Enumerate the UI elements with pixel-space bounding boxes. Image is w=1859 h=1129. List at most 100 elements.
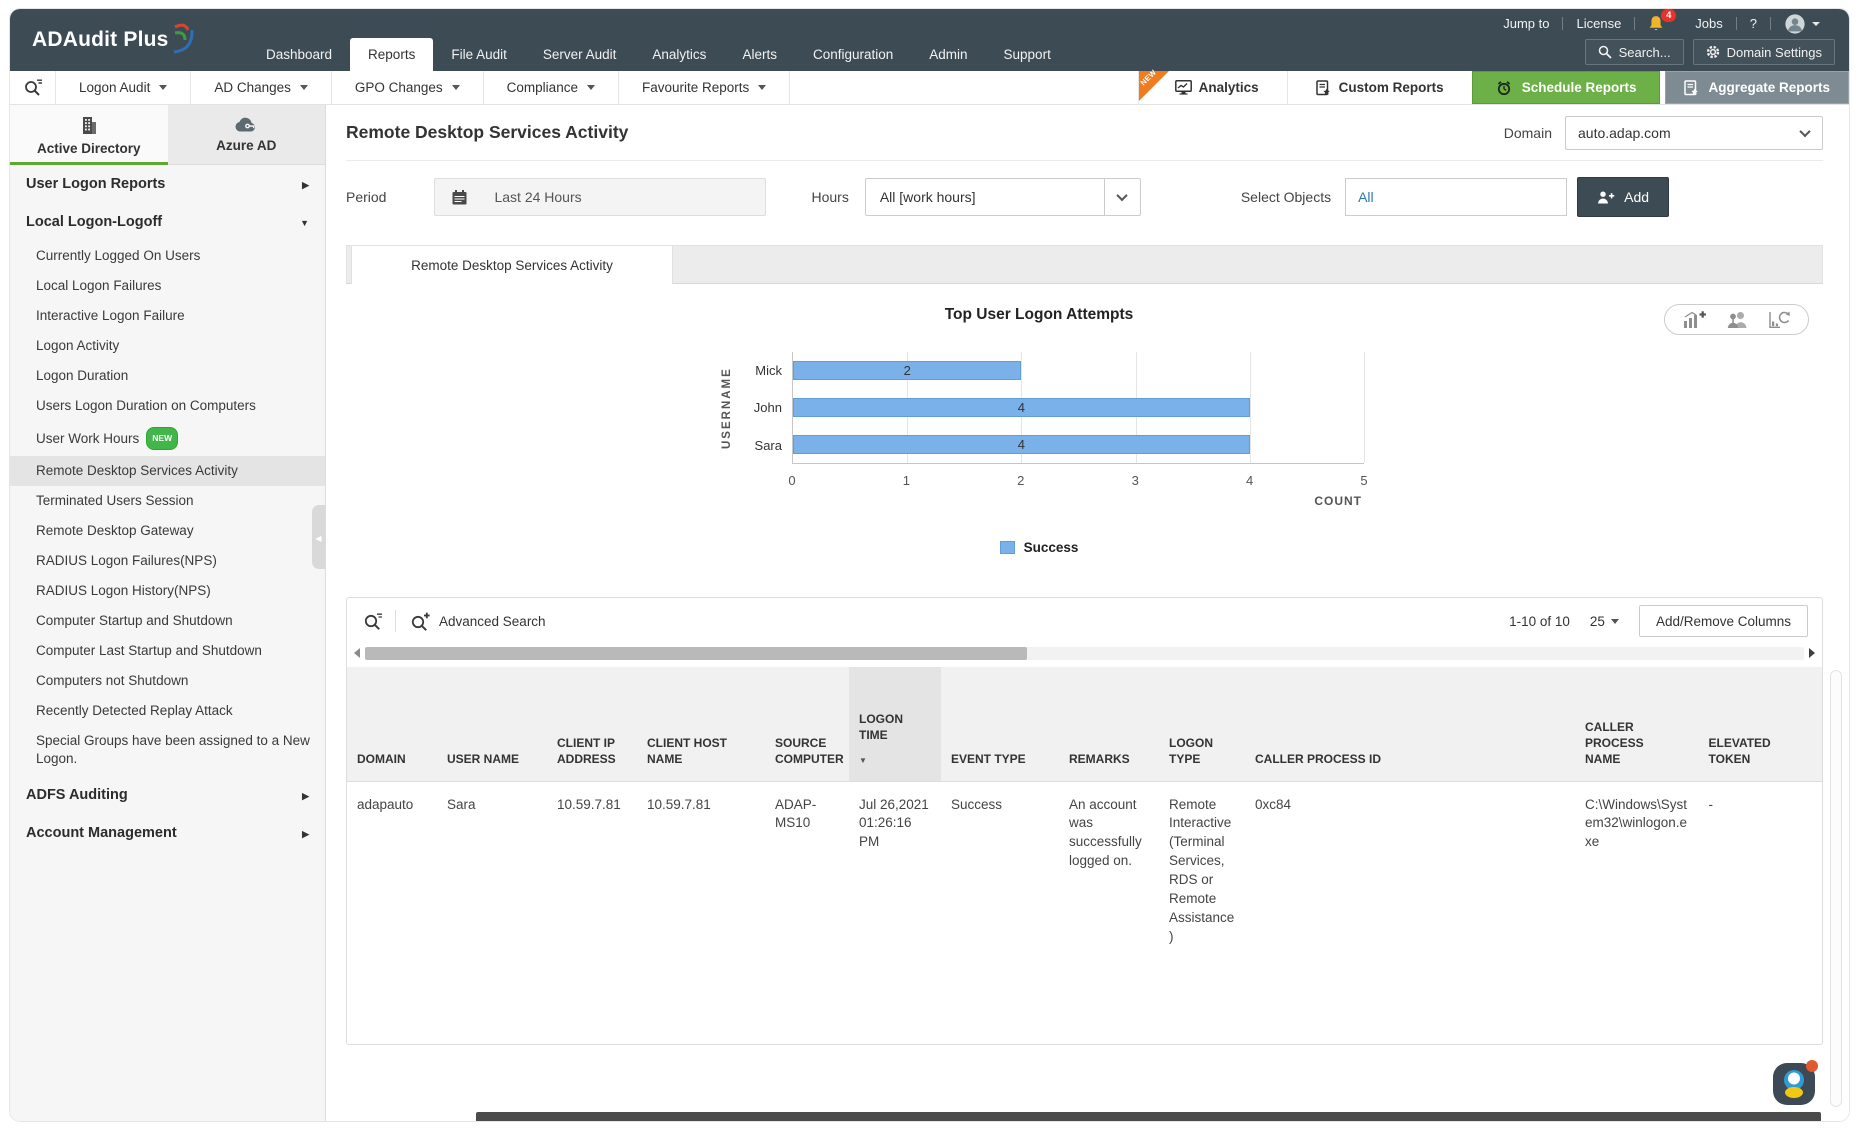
sidebar-section-local-logon-logoff[interactable]: Local Logon-Logoff <box>10 203 325 241</box>
sort-desc-icon[interactable] <box>859 751 931 767</box>
domain-settings-button[interactable]: Domain Settings <box>1693 39 1835 65</box>
sidebar-item[interactable]: Recently Detected Replay Attack <box>10 696 325 726</box>
sidebar-item[interactable]: Special Groups have been assigned to a N… <box>10 726 325 774</box>
cloud-icon <box>234 116 258 133</box>
sidebar-item[interactable]: Logon Activity <box>10 331 325 361</box>
chevron-down-icon[interactable] <box>1104 179 1140 215</box>
column-header[interactable]: EVENT TYPE <box>941 667 1059 781</box>
select-objects-input[interactable]: All <box>1345 178 1567 216</box>
nav-item[interactable]: Reports <box>350 38 433 71</box>
nav-item[interactable]: Configuration <box>795 38 911 71</box>
table-search-button[interactable] <box>361 612 395 631</box>
scrollbar-track[interactable] <box>365 647 1804 660</box>
column-header[interactable]: DOMAIN <box>347 667 437 781</box>
sidebar-item[interactable]: Terminated Users Session <box>10 486 325 516</box>
jump-to-link[interactable]: Jump to <box>1490 9 1562 38</box>
sidebar-item[interactable]: Users Logon Duration on Computers <box>10 391 325 421</box>
add-user-icon <box>1597 190 1615 205</box>
sidebar-item[interactable]: Remote Desktop Services Activity <box>10 456 325 486</box>
scroll-right-arrow[interactable] <box>1809 648 1815 658</box>
bar[interactable]: 4 <box>793 435 1250 454</box>
sidebar-section-adfs-auditing[interactable]: ADFS Auditing <box>10 776 325 814</box>
add-remove-columns-button[interactable]: Add/Remove Columns <box>1639 605 1808 637</box>
sidebar-item[interactable]: Computer Last Startup and Shutdown <box>10 636 325 666</box>
sidebar-item[interactable]: Currently Logged On Users <box>10 241 325 271</box>
x-tick-label: 1 <box>903 473 910 488</box>
sidebar-section-account-management[interactable]: Account Management <box>10 814 325 852</box>
sidebar-item[interactable]: Local Logon Failures <box>10 271 325 301</box>
column-header[interactable]: CALLER PROCESS NAME <box>1575 667 1699 781</box>
jobs-link[interactable]: Jobs <box>1682 9 1735 38</box>
column-header[interactable]: SOURCE COMPUTER <box>765 667 849 781</box>
sidebar-item[interactable]: Interactive Logon Failure <box>10 301 325 331</box>
tab-azure-ad[interactable]: Azure AD <box>168 105 326 165</box>
aggregate-reports-button[interactable]: Aggregate Reports <box>1665 71 1849 104</box>
building-icon <box>79 115 99 136</box>
nav-item[interactable]: Support <box>986 38 1069 71</box>
users-icon[interactable] <box>1726 310 1749 329</box>
column-header[interactable]: LOGON TYPE <box>1159 667 1245 781</box>
column-header[interactable]: CLIENT HOST NAME <box>637 667 765 781</box>
sidebar-tabs: Active Directory Azure AD <box>10 105 325 165</box>
vertical-scrollbar[interactable] <box>1830 670 1842 1107</box>
search-button[interactable]: Search... <box>1585 39 1684 65</box>
analytics-button[interactable]: NEW Analytics <box>1138 71 1287 104</box>
custom-reports-button[interactable]: Custom Reports <box>1287 71 1472 104</box>
tab-active-directory[interactable]: Active Directory <box>10 105 168 165</box>
x-axis-label: COUNT <box>714 494 1364 508</box>
nav-item[interactable]: Admin <box>911 38 985 71</box>
scroll-left-arrow[interactable] <box>354 648 360 658</box>
toolbar-menu[interactable]: Compliance <box>484 71 619 104</box>
divider <box>395 610 396 632</box>
bar[interactable]: 2 <box>793 361 1021 380</box>
period-picker[interactable]: Last 24 Hours <box>434 178 766 216</box>
nav-item[interactable]: Dashboard <box>248 38 350 71</box>
sidebar-item[interactable]: Logon Duration <box>10 361 325 391</box>
x-axis-ticks: 012345 <box>792 464 1364 492</box>
table-row[interactable]: adapauto Sara 10.59.7.81 10.59.7.81 ADAP… <box>347 781 1822 961</box>
support-chat-widget[interactable] <box>1771 1057 1819 1107</box>
column-header[interactable]: CALLER PROCESS ID <box>1245 667 1575 781</box>
domain-label: Domain <box>1504 125 1552 141</box>
sidebar-item[interactable]: Computers not Shutdown <box>10 666 325 696</box>
sidebar-item[interactable]: Computer Startup and Shutdown <box>10 606 325 636</box>
sidebar-item[interactable]: RADIUS Logon History(NPS) <box>10 576 325 606</box>
help-button[interactable]: ? <box>1737 9 1770 38</box>
bar[interactable]: 4 <box>793 398 1250 417</box>
sidebar-section-user-logon-reports[interactable]: User Logon Reports <box>10 165 325 203</box>
add-button[interactable]: Add <box>1577 177 1669 217</box>
nav-item[interactable]: Server Audit <box>525 38 635 71</box>
sidebar-item[interactable]: User Work HoursNEW <box>10 421 325 456</box>
license-link[interactable]: License <box>1563 9 1634 38</box>
tab-remote-desktop-services-activity[interactable]: Remote Desktop Services Activity <box>351 246 673 284</box>
horizontal-scrollbar[interactable] <box>354 646 1815 660</box>
app-logo[interactable]: ADAudit Plus <box>10 9 248 71</box>
sidebar-collapse-handle[interactable] <box>312 505 325 569</box>
new-badge: NEW <box>146 427 178 450</box>
page-size-select[interactable]: 25 <box>1590 614 1619 629</box>
toolbar-menu[interactable]: AD Changes <box>191 71 332 104</box>
nav-item[interactable]: Alerts <box>724 38 795 71</box>
column-header[interactable]: CLIENT IP ADDRESS <box>547 667 637 781</box>
nav-item[interactable]: File Audit <box>433 38 525 71</box>
toolbar-menu[interactable]: Favourite Reports <box>619 71 790 104</box>
column-header[interactable]: LOGON TIME <box>849 667 941 781</box>
user-menu-button[interactable] <box>1771 9 1833 38</box>
report-search-button[interactable] <box>10 71 56 104</box>
sidebar-item[interactable]: RADIUS Logon Failures(NPS) <box>10 546 325 576</box>
toolbar-menu[interactable]: GPO Changes <box>332 71 484 104</box>
scrollbar-thumb[interactable] <box>365 647 1027 660</box>
notifications-button[interactable]: 4 <box>1635 9 1682 38</box>
sidebar-item[interactable]: Remote Desktop Gateway <box>10 516 325 546</box>
domain-select[interactable]: auto.adap.com <box>1565 116 1823 150</box>
schedule-reports-button[interactable]: Schedule Reports <box>1472 71 1661 104</box>
column-header[interactable]: REMARKS <box>1059 667 1159 781</box>
nav-item[interactable]: Analytics <box>634 38 724 71</box>
chart-refresh-icon[interactable] <box>1768 310 1791 329</box>
column-header[interactable]: USER NAME <box>437 667 547 781</box>
toolbar-menu[interactable]: Logon Audit <box>56 71 191 104</box>
add-chart-icon[interactable] <box>1682 310 1707 329</box>
hours-select[interactable]: All [work hours] <box>865 178 1141 216</box>
column-header[interactable]: ELEVATED TOKEN <box>1699 667 1823 781</box>
advanced-search-button[interactable]: Advanced Search <box>410 612 546 631</box>
